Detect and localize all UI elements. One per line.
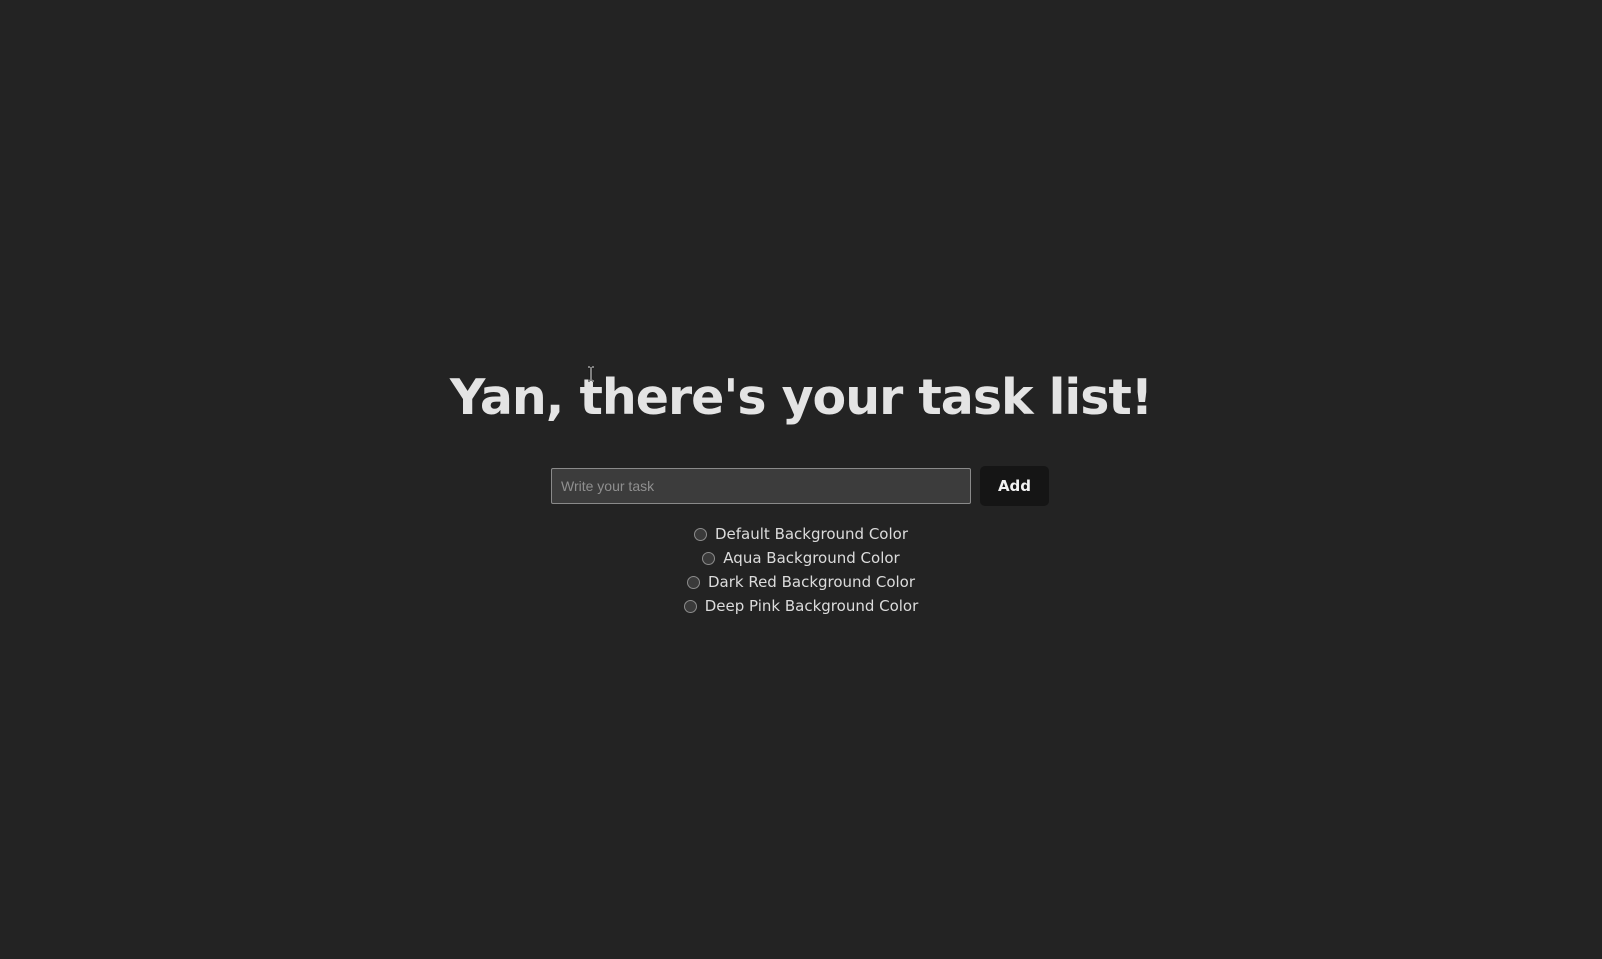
task-input[interactable]: [551, 468, 971, 504]
text-cursor-icon: [588, 366, 594, 382]
task-form: Add: [551, 466, 1049, 506]
page: Yan, there's your task list! Add Default…: [0, 0, 1602, 959]
add-button[interactable]: Add: [980, 466, 1049, 506]
background-color-options: Default Background Color Aqua Background…: [0, 522, 1602, 618]
radio-deep-pink[interactable]: [683, 599, 697, 613]
radio-aqua[interactable]: [702, 551, 716, 565]
radio-default[interactable]: [694, 527, 707, 541]
color-option-deep-pink[interactable]: Deep Pink Background Color: [0, 594, 1602, 618]
color-option-label: Dark Red Background Color: [707, 573, 916, 591]
radio-dark-red[interactable]: [686, 575, 700, 589]
color-option-label: Aqua Background Color: [723, 549, 900, 567]
page-title: Yan, there's your task list!: [449, 369, 1153, 426]
color-option-dark-red[interactable]: Dark Red Background Color: [0, 570, 1602, 594]
color-option-label: Default Background Color: [715, 525, 908, 543]
color-option-default[interactable]: Default Background Color: [0, 522, 1602, 546]
color-option-label: Deep Pink Background Color: [704, 597, 919, 615]
color-option-aqua[interactable]: Aqua Background Color: [0, 546, 1602, 570]
